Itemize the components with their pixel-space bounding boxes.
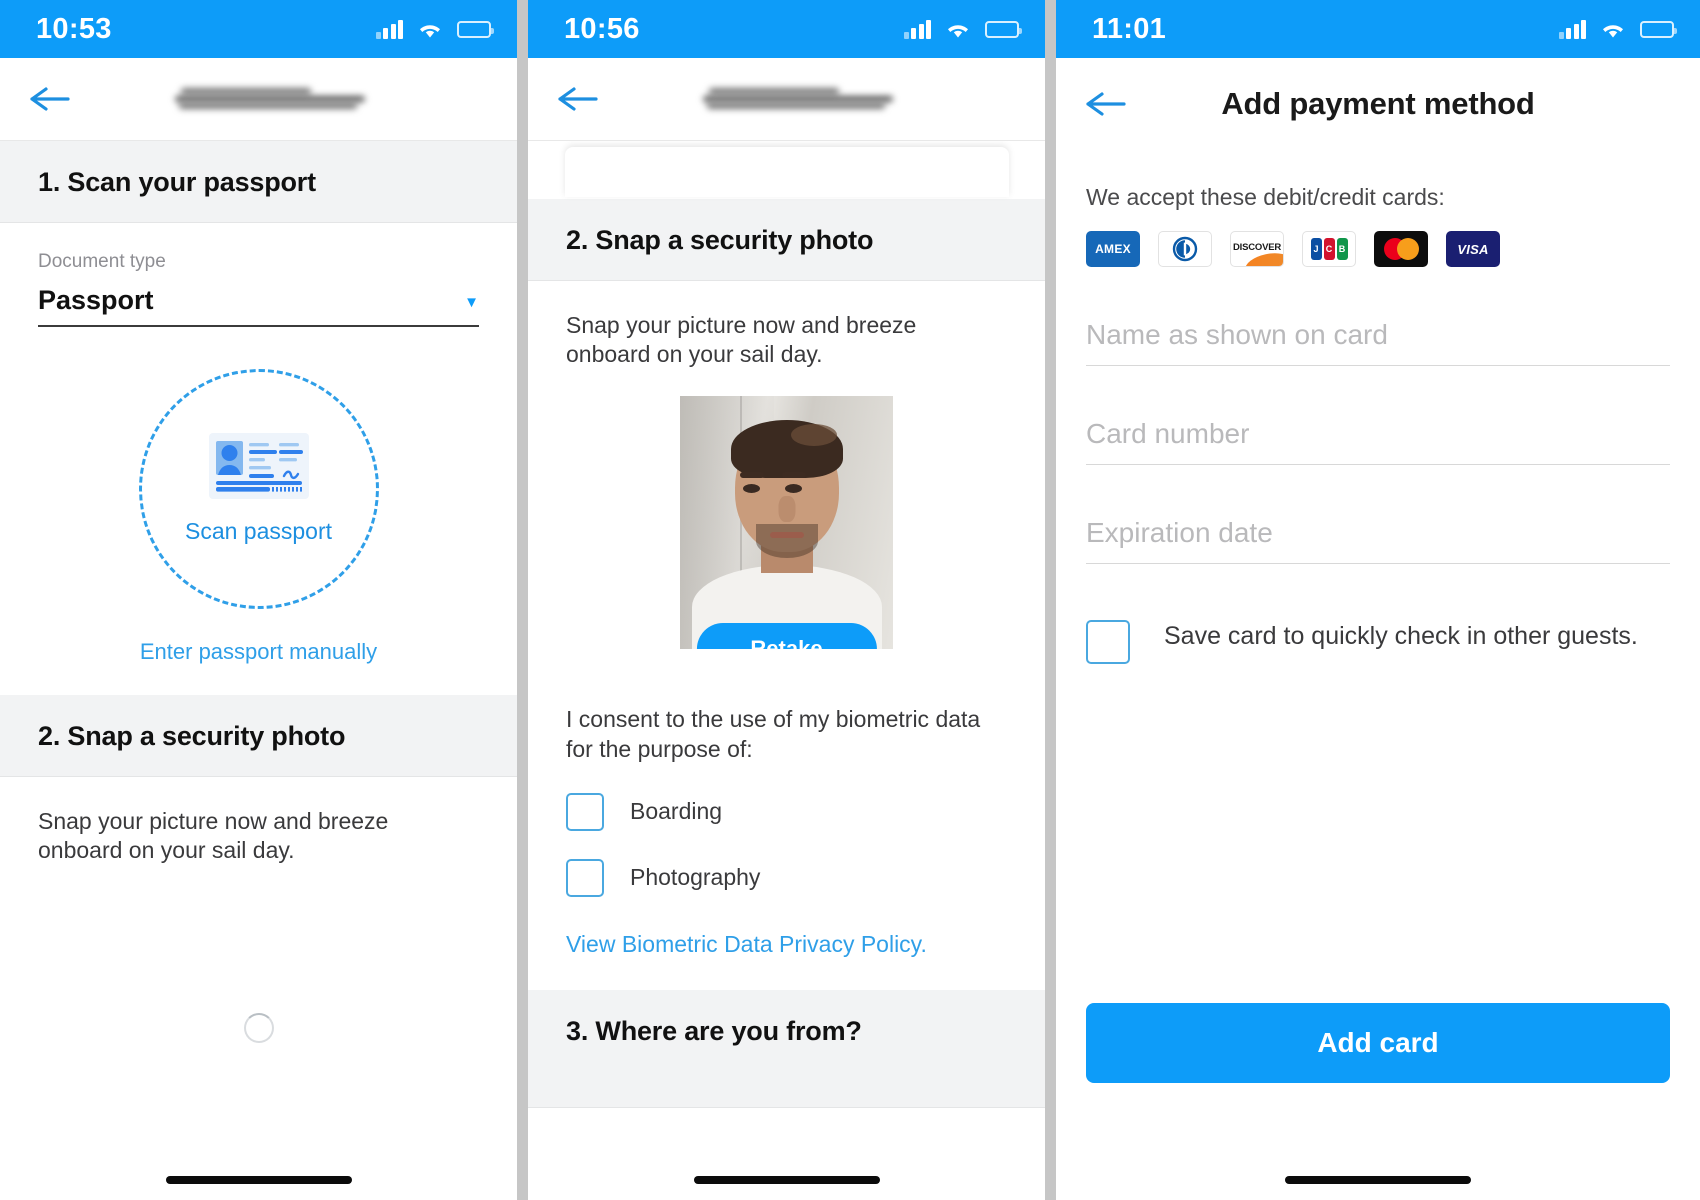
redacted-title xyxy=(175,87,370,113)
security-selfie-photo: Retake xyxy=(680,395,893,649)
battery-low-icon xyxy=(1640,20,1677,38)
nav-bar-1 xyxy=(0,58,517,141)
id-card-icon xyxy=(208,433,309,504)
status-icons xyxy=(1558,19,1677,39)
loading-spinner-icon xyxy=(243,1013,274,1043)
add-card-button[interactable]: Add card xyxy=(1086,1003,1670,1083)
wifi-icon xyxy=(1600,20,1626,39)
screen-add-payment-method: 11:01 Add payment method We accept these… xyxy=(1056,0,1700,1200)
document-type-label: Document type xyxy=(38,251,166,272)
cellular-signal-icon xyxy=(1558,19,1586,39)
consent-option-label: Boarding xyxy=(630,798,723,825)
scan-passport-label: Scan passport xyxy=(184,518,333,544)
visa-logo: VISA xyxy=(1446,231,1500,267)
biometric-privacy-policy-link[interactable]: View Biometric Data Privacy Policy. xyxy=(566,897,1007,990)
document-type-select[interactable]: Passport ▼ xyxy=(38,279,479,327)
status-icons xyxy=(903,19,1022,39)
scan-passport-body: Document type Passport ▼ Scan passport E… xyxy=(0,223,517,695)
wifi-icon xyxy=(417,20,443,39)
accepted-cards-label: We accept these debit/credit cards: xyxy=(1086,184,1445,210)
redacted-title xyxy=(703,87,898,113)
section-heading-scan-passport: 1. Scan your passport xyxy=(0,141,517,223)
checkbox-photography[interactable] xyxy=(566,858,604,897)
card-number-field[interactable] xyxy=(1086,366,1670,465)
chevron-down-icon: ▼ xyxy=(464,294,479,311)
name-on-card-input[interactable] xyxy=(1086,319,1670,351)
security-photo-description: Snap your picture now and breeze onboard… xyxy=(566,312,917,368)
wifi-icon xyxy=(945,20,971,39)
previous-section-peek xyxy=(528,141,1045,199)
battery-low-icon xyxy=(985,20,1022,38)
save-card-label: Save card to quickly check in other gues… xyxy=(1164,622,1638,650)
consent-option-label: Photography xyxy=(630,864,761,891)
checkbox-boarding[interactable] xyxy=(566,792,604,831)
section-heading-security-photo-2: 2. Snap a security photo xyxy=(528,199,1045,281)
loading-area xyxy=(0,1013,517,1043)
home-indicator xyxy=(165,1176,352,1184)
jcb-logo: JCB xyxy=(1302,231,1356,267)
save-card-row[interactable]: Save card to quickly check in other gues… xyxy=(1086,564,1670,664)
section-heading-where-are-you-from: 3. Where are you from? xyxy=(528,989,1045,1108)
retake-photo-button[interactable]: Retake xyxy=(696,622,877,649)
back-arrow-icon[interactable] xyxy=(556,83,600,115)
status-icons xyxy=(375,19,494,39)
nav-bar-3: Add payment method xyxy=(1056,58,1700,150)
payment-form: We accept these debit/credit cards: AMEX… xyxy=(1056,150,1700,664)
selfie-photo-block: Retake xyxy=(566,370,1007,649)
consent-option-photography[interactable]: Photography xyxy=(566,831,1007,897)
scan-passport-button[interactable]: Scan passport xyxy=(138,369,379,609)
enter-passport-manually-link[interactable]: Enter passport manually xyxy=(38,617,479,695)
security-photo-body-2: Snap your picture now and breeze onboard… xyxy=(528,281,1045,990)
status-time: 10:56 xyxy=(564,12,640,45)
amex-logo: AMEX xyxy=(1086,231,1140,267)
back-arrow-icon[interactable] xyxy=(1084,88,1128,120)
screen-security-photo: 10:56 2. Snap a security photo Snap your… xyxy=(528,0,1045,1200)
status-bar-1: 10:53 xyxy=(0,0,517,58)
nav-bar-2 xyxy=(528,58,1045,141)
status-bar-3: 11:01 xyxy=(1056,0,1700,58)
scan-target-wrap: Scan passport xyxy=(38,327,479,617)
security-photo-body-1: Snap your picture now and breeze onboard… xyxy=(0,777,517,866)
discover-logo: DISCOVER xyxy=(1230,231,1284,267)
diners-club-logo xyxy=(1158,231,1212,267)
checkbox-save-card[interactable] xyxy=(1086,620,1130,664)
status-bar-2: 10:56 xyxy=(528,0,1045,58)
back-arrow-icon[interactable] xyxy=(28,83,72,115)
section-heading-security-photo-1: 2. Snap a security photo xyxy=(0,695,517,777)
cellular-signal-icon xyxy=(375,19,403,39)
mastercard-logo xyxy=(1374,231,1428,267)
cellular-signal-icon xyxy=(903,19,931,39)
three-phone-screenshots: 10:53 1. Scan your passport Document typ… xyxy=(0,0,1700,1200)
status-time: 10:53 xyxy=(36,12,112,45)
screen-scan-passport: 10:53 1. Scan your passport Document typ… xyxy=(0,0,517,1200)
card-number-input[interactable] xyxy=(1086,418,1670,450)
home-indicator xyxy=(1285,1176,1471,1184)
expiration-date-input[interactable] xyxy=(1086,517,1670,549)
document-type-value: Passport xyxy=(38,285,154,315)
biometric-consent-text: I consent to the use of my biometric dat… xyxy=(566,705,981,762)
battery-low-icon xyxy=(457,20,494,38)
expiration-date-field[interactable] xyxy=(1086,465,1670,564)
accepted-card-logos: AMEX DISCOVER JCB VISA xyxy=(1086,231,1670,267)
status-time: 11:01 xyxy=(1092,12,1167,45)
page-title: Add payment method xyxy=(1221,86,1535,121)
name-on-card-field[interactable] xyxy=(1086,267,1670,366)
home-indicator xyxy=(693,1176,880,1184)
consent-option-boarding[interactable]: Boarding xyxy=(566,765,1007,831)
security-photo-description: Snap your picture now and breeze onboard… xyxy=(38,808,389,864)
